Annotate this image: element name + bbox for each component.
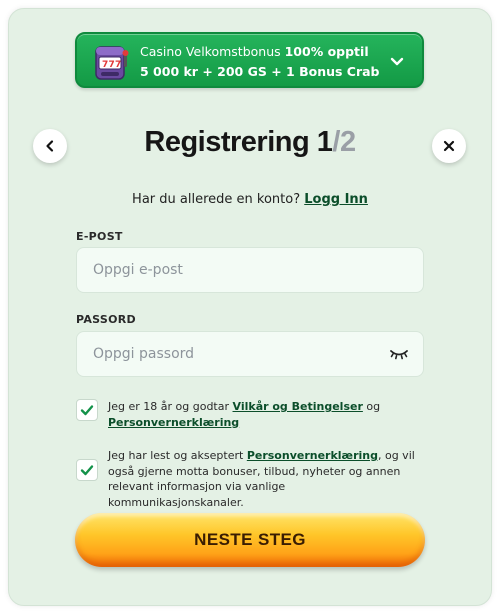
bonus-offer: 5 000 kr + 200 GS + 1 Bonus Crab [140, 64, 380, 79]
password-placeholder: Oppgi passord [93, 346, 195, 362]
svg-text:7: 7 [102, 60, 108, 70]
consent-terms: Jeg er 18 år og godtar Vilkår og Betinge… [76, 399, 424, 433]
svg-text:7: 7 [115, 60, 121, 70]
email-field[interactable]: Oppgi e-post [76, 247, 424, 293]
login-prompt: Har du allerede en konto? Logg Inn [132, 192, 368, 207]
email-label: E-POST [76, 230, 123, 243]
close-button[interactable] [432, 129, 466, 163]
bonus-title: Casino Velkomstbonus 100% opptil [140, 44, 369, 59]
marketing-text: Jeg har lest og akseptert Personvernerkl… [108, 449, 415, 509]
privacy-link[interactable]: Personvernerklæring [108, 416, 239, 429]
checkmark-icon [80, 465, 94, 476]
chevron-down-icon[interactable] [388, 52, 406, 70]
password-field[interactable]: Oppgi passord [76, 331, 424, 377]
login-link[interactable]: Logg Inn [304, 192, 368, 207]
close-icon [443, 140, 455, 152]
eye-closed-icon[interactable] [389, 347, 409, 361]
terms-link[interactable]: Vilkår og Betingelser [233, 400, 363, 413]
consent-marketing: Jeg har lest og akseptert Personvernerkl… [76, 448, 424, 509]
terms-checkbox[interactable] [76, 399, 98, 421]
welcome-bonus-banner[interactable]: 7 7 7 Casino Velkomstbonus 100% opptil 5… [75, 32, 424, 88]
svg-text:7: 7 [109, 60, 115, 70]
marketing-checkbox[interactable] [76, 459, 98, 481]
slot-machine-icon: 7 7 7 [95, 46, 129, 80]
terms-text: Jeg er 18 år og godtar Vilkår og Betinge… [108, 400, 381, 429]
privacy-link-2[interactable]: Personvernerklæring [247, 449, 378, 462]
step-current: 1 [316, 126, 333, 158]
step-total: /2 [332, 126, 356, 158]
password-label: PASSORD [76, 313, 136, 326]
email-placeholder: Oppgi e-post [93, 262, 183, 278]
checkmark-icon [80, 405, 94, 416]
page-title: Registrering 1/2 [144, 126, 356, 158]
next-step-button[interactable]: NESTE STEG [75, 513, 425, 567]
